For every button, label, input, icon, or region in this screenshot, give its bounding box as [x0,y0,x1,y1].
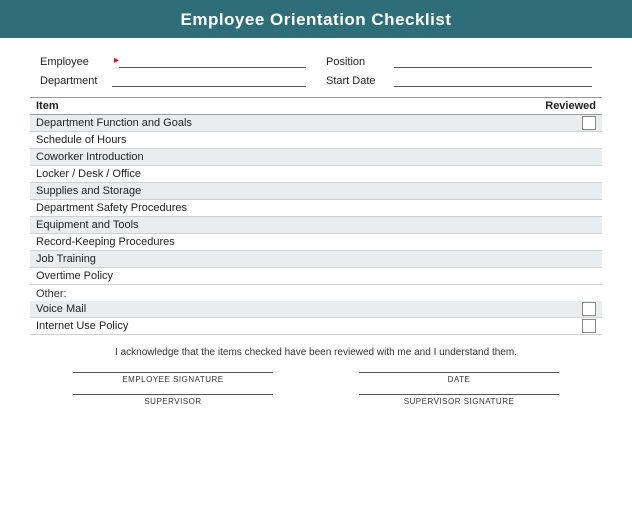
checklist-row: Schedule of Hours [30,132,602,149]
supervisor-label: SUPERVISOR [144,397,201,406]
checklist-item-label: Locker / Desk / Office [36,168,141,180]
page-title: Employee Orientation Checklist [180,10,451,29]
other-items-list: Voice Mail Internet Use Policy [30,301,602,335]
no-checkbox [582,235,596,249]
checklist-row: Equipment and Tools [30,217,602,234]
checklist-row: Voice Mail [30,301,602,318]
employee-input[interactable] [119,54,306,68]
page: Employee Orientation Checklist Employee … [0,0,632,518]
department-field: Department [40,73,306,87]
no-checkbox [582,133,596,147]
employee-sig-line [73,372,273,373]
checklist-row: Overtime Policy [30,268,602,285]
startdate-field: Start Date [326,73,592,87]
checklist-item-label: Department Function and Goals [36,117,192,129]
checklist-row: Department Safety Procedures [30,200,602,217]
supervisor-sig-label: SUPERVISOR SIGNATURE [404,397,515,406]
checklist-items-list: Department Function and Goals Schedule o… [30,115,602,285]
page-header: Employee Orientation Checklist [0,0,632,38]
employee-sig-label: EMPLOYEE SIGNATURE [122,375,223,384]
no-checkbox [582,252,596,266]
no-checkbox [582,201,596,215]
checklist-item-label: Coworker Introduction [36,151,144,163]
no-checkbox [582,150,596,164]
acknowledge-area: I acknowledge that the items checked hav… [0,343,632,362]
department-input[interactable] [112,73,306,87]
checklist-row: Coworker Introduction [30,149,602,166]
checklist-item-label: Voice Mail [36,303,86,315]
employee-label: Employee [40,56,112,68]
employee-sig-block: EMPLOYEE SIGNATURE [30,372,316,384]
checklist-item-label: Schedule of Hours [36,134,127,146]
startdate-input[interactable] [394,73,592,87]
other-section-label: Other: [30,285,602,301]
checklist-item-label: Supplies and Storage [36,185,141,197]
checklist-area: Item Reviewed Department Function and Go… [0,97,632,335]
form-area: Employee ▸ Department Position Start Dat… [0,38,632,89]
checklist-row: Record-Keeping Procedures [30,234,602,251]
no-checkbox [582,218,596,232]
no-checkbox [582,184,596,198]
employee-field: Employee ▸ [40,54,306,68]
startdate-label: Start Date [326,75,394,87]
position-label: Position [326,56,394,68]
department-label: Department [40,75,112,87]
checklist-row: Department Function and Goals [30,115,602,132]
checklist-checkbox[interactable] [582,319,596,333]
checklist-row: Supplies and Storage [30,183,602,200]
col-reviewed-header: Reviewed [545,100,596,112]
checklist-item-label: Overtime Policy [36,270,113,282]
checklist-row: Internet Use Policy [30,318,602,335]
checklist-row: Job Training [30,251,602,268]
date-sig-block: DATE [316,372,602,384]
supervisor-sig-line [359,394,559,395]
red-corner-mark: ▸ [114,55,119,66]
supervisor-block: SUPERVISOR [30,394,316,406]
acknowledge-text: I acknowledge that the items checked hav… [115,347,517,358]
position-input[interactable] [394,54,592,68]
checklist-row: Locker / Desk / Office [30,166,602,183]
date-label: DATE [448,375,471,384]
date-sig-line [359,372,559,373]
checklist-item-label: Department Safety Procedures [36,202,187,214]
checklist-checkbox[interactable] [582,116,596,130]
col-item-header: Item [36,100,59,112]
no-checkbox [582,167,596,181]
supervisor-sig-block: SUPERVISOR SIGNATURE [316,394,602,406]
checklist-item-label: Job Training [36,253,96,265]
supervisor-line [73,394,273,395]
checklist-item-label: Record-Keeping Procedures [36,236,175,248]
employee-signature-area: EMPLOYEE SIGNATURE DATE [0,368,632,384]
checklist-item-label: Equipment and Tools [36,219,139,231]
checklist-header: Item Reviewed [30,97,602,115]
checklist-item-label: Internet Use Policy [36,320,128,332]
no-checkbox [582,269,596,283]
checklist-checkbox[interactable] [582,302,596,316]
position-field: Position [326,54,592,68]
supervisor-signature-area: SUPERVISOR SUPERVISOR SIGNATURE [0,388,632,406]
